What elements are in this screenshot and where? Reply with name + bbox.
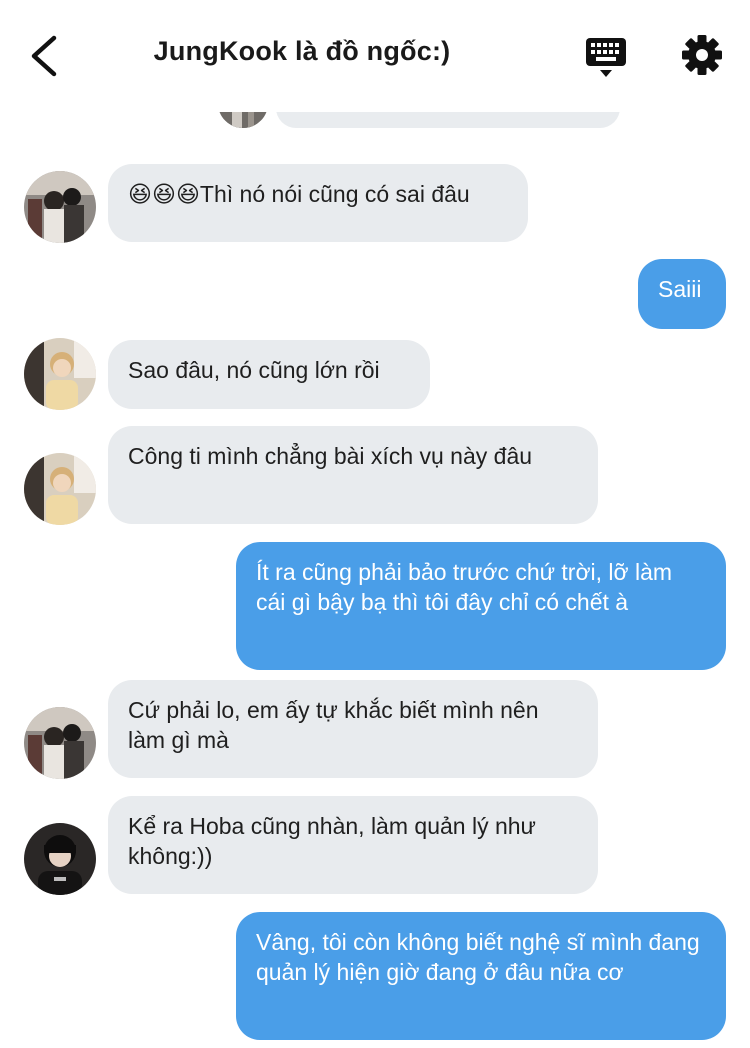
message-bubble-outgoing: Saiii [638,259,726,329]
keyboard-icon[interactable] [584,36,628,80]
chat-header: JungKook là đồ ngốc:) [0,0,750,112]
message-bubble-outgoing: Vâng, tôi còn không biết nghệ sĩ mình đa… [236,912,726,1040]
chat-title: JungKook là đồ ngốc:) [153,36,451,66]
gear-icon[interactable] [681,34,723,76]
avatar-couple [24,171,96,243]
avatar-blond-boy [24,338,96,410]
avatar-blond-boy [24,453,96,525]
message-bubble-incoming: Công ti mình chẳng bài xích vụ này đâu [108,426,598,524]
avatar-dark-hair [24,823,96,895]
message-bubble-incoming: Sao đâu, nó cũng lớn rồi [108,340,430,409]
message-bubble-incoming: Cứ phải lo, em ấy tự khắc biết mình nên … [108,680,598,778]
message-bubble-incoming: Kể ra Hoba cũng nhàn, làm quản lý như kh… [108,796,598,894]
avatar-couple [24,707,96,779]
message-bubble-incoming: 😆😆😆Thì nó nói cũng có sai đâu [108,164,528,242]
message-bubble-outgoing: Ít ra cũng phải bảo trước chứ trời, lỡ l… [236,542,726,670]
